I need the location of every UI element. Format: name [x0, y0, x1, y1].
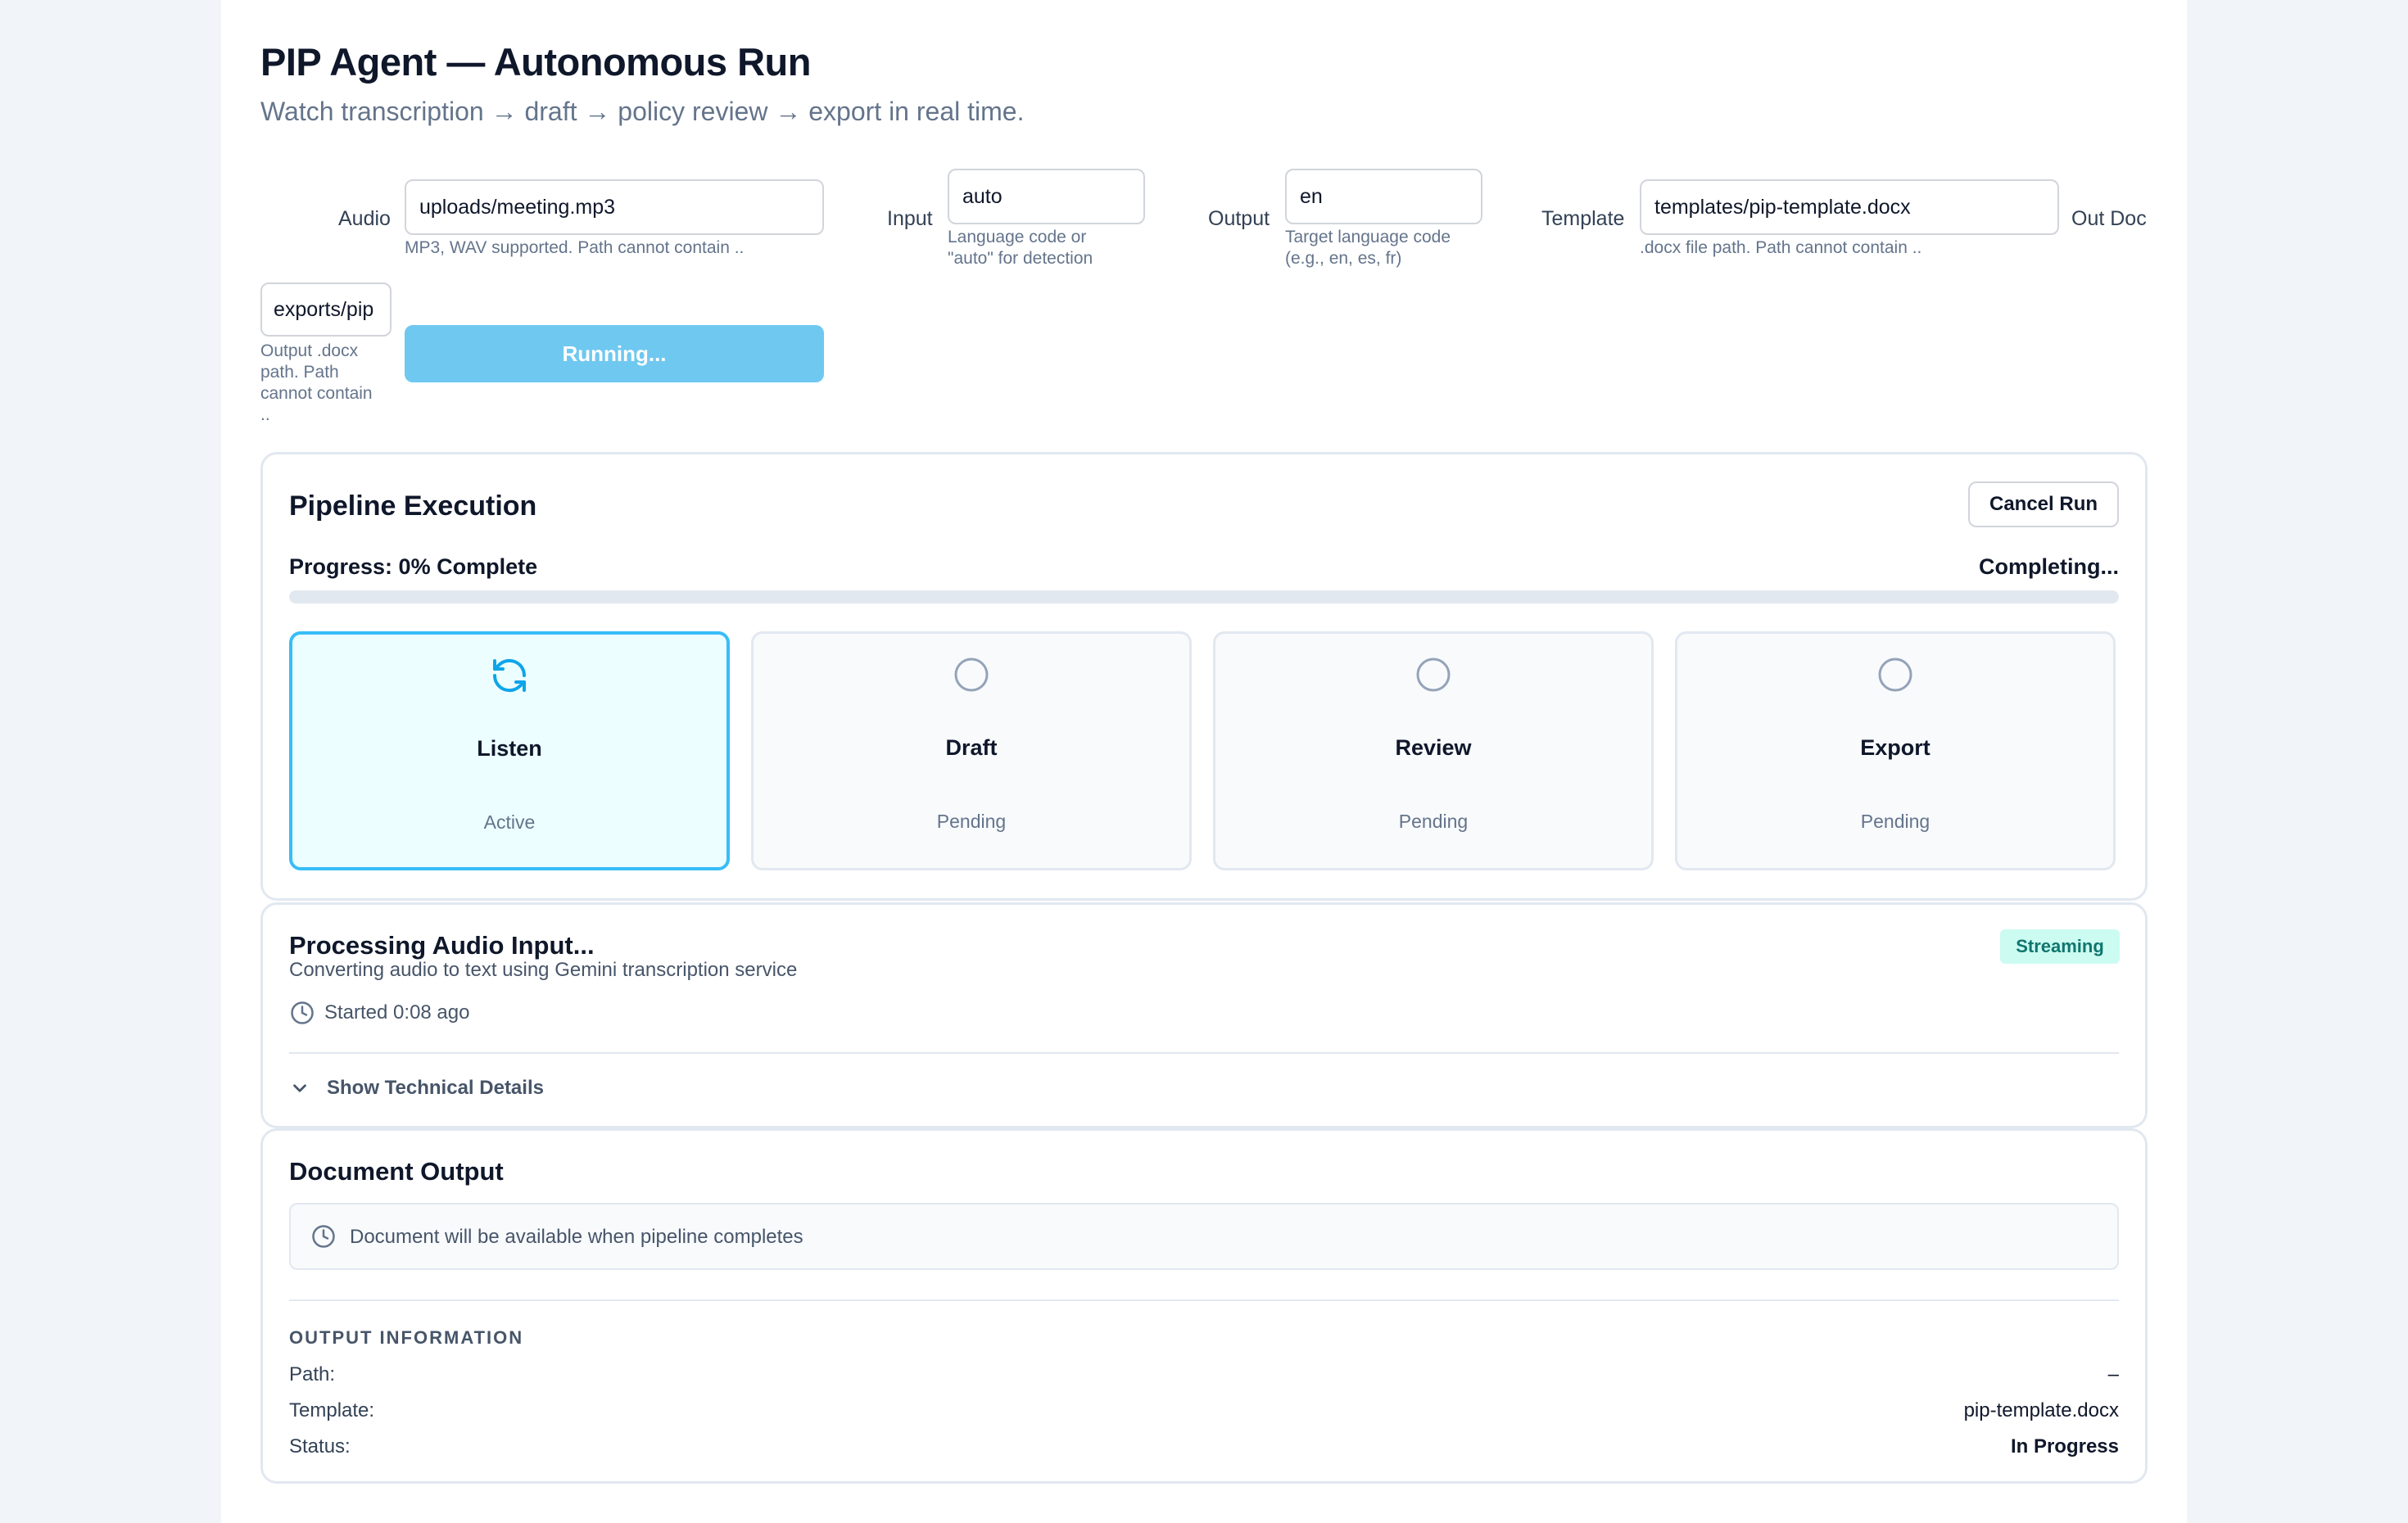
- output-language-input[interactable]: [1285, 169, 1482, 224]
- step-review: Review Pending: [1213, 631, 1654, 870]
- processing-description: Converting audio to text using Gemini tr…: [289, 959, 798, 981]
- out-doc-label: Out Doc: [2071, 207, 2147, 230]
- pipeline-title: Pipeline Execution: [289, 490, 537, 522]
- processing-card: Processing Audio Input... Converting aud…: [260, 902, 2148, 1128]
- template-info-label: Template:: [289, 1399, 375, 1421]
- progress-label: Progress: 0% Complete: [289, 554, 538, 579]
- step-status: Pending: [1860, 811, 1930, 832]
- output-lang-help-line: (e.g., en, es, fr): [1285, 249, 1402, 268]
- circle-icon: [1878, 658, 1912, 692]
- input-lang-help: Language code or "auto" for detection: [948, 227, 1093, 269]
- document-notice: Document will be available when pipeline…: [289, 1203, 2119, 1270]
- out-doc-help-line: cannot contain: [260, 384, 373, 403]
- clock-icon: [312, 1225, 335, 1248]
- template-label: Template: [1541, 207, 1625, 230]
- chevron-down-icon: [293, 1084, 306, 1092]
- document-notice-text: Document will be available when pipeline…: [350, 1226, 803, 1248]
- status-label: Status:: [289, 1435, 351, 1457]
- audio-path-input[interactable]: [405, 179, 824, 235]
- step-listen: Listen Active: [289, 631, 730, 870]
- path-value: –: [2107, 1363, 2119, 1385]
- page-subtitle: Watch transcription → draft → policy rev…: [260, 97, 1025, 126]
- input-language-input[interactable]: [948, 169, 1145, 224]
- output-lang-help: Target language code (e.g., en, es, fr): [1285, 227, 1451, 269]
- template-path-input[interactable]: [1640, 179, 2059, 235]
- out-doc-help-line: path. Path: [260, 363, 339, 382]
- progress-bar: [289, 590, 2119, 603]
- step-export: Export Pending: [1675, 631, 2116, 870]
- out-doc-help-line: Output .docx: [260, 341, 359, 360]
- clock-icon: [291, 1001, 314, 1024]
- step-name: Review: [1395, 735, 1472, 760]
- input-lang-help-line: Language code or: [948, 228, 1087, 246]
- technical-details-toggle[interactable]: Show Technical Details: [289, 1073, 544, 1103]
- step-status: Pending: [1398, 811, 1469, 832]
- cancel-run-button[interactable]: Cancel Run: [1968, 481, 2119, 527]
- path-label: Path:: [289, 1363, 336, 1385]
- audio-label: Audio: [338, 207, 391, 230]
- progress-status: Completing...: [1979, 554, 2119, 579]
- page-title: PIP Agent — Autonomous Run: [260, 40, 811, 84]
- technical-details-label: Show Technical Details: [327, 1077, 544, 1099]
- step-name: Export: [1860, 735, 1930, 760]
- out-doc-input[interactable]: [260, 282, 392, 337]
- run-button[interactable]: Running...: [405, 325, 824, 382]
- step-name: Listen: [477, 736, 542, 761]
- input-lang-help-line: "auto" for detection: [948, 249, 1093, 268]
- pipeline-card: Pipeline Execution Cancel Run Progress: …: [260, 452, 2148, 901]
- refresh-icon: [492, 658, 527, 693]
- step-name: Draft: [945, 735, 998, 760]
- out-doc-help-line: ..: [260, 405, 270, 424]
- out-doc-help: Output .docx path. Path cannot contain .…: [260, 341, 400, 426]
- template-info-value: pip-template.docx: [1963, 1399, 2119, 1421]
- main-panel: PIP Agent — Autonomous Run Watch transcr…: [221, 0, 2187, 1523]
- status-value: In Progress: [2010, 1435, 2119, 1457]
- audio-help: MP3, WAV supported. Path cannot contain …: [405, 238, 745, 257]
- template-help: .docx file path. Path cannot contain ..: [1640, 238, 1922, 257]
- output-info-heading: OUTPUT INFORMATION: [289, 1327, 524, 1348]
- document-output-card: Document Output Document will be availab…: [260, 1128, 2148, 1484]
- processing-title: Processing Audio Input...: [289, 931, 595, 960]
- circle-icon: [1416, 658, 1451, 692]
- started-time: Started 0:08 ago: [324, 1001, 470, 1024]
- step-draft: Draft Pending: [751, 631, 1192, 870]
- step-status: Active: [483, 811, 536, 833]
- input-lang-label: Input: [887, 207, 933, 230]
- status-badge: Streaming: [2000, 929, 2120, 964]
- document-output-title: Document Output: [289, 1157, 504, 1186]
- step-status: Pending: [936, 811, 1007, 832]
- circle-icon: [954, 658, 989, 692]
- output-lang-help-line: Target language code: [1285, 228, 1451, 246]
- output-lang-label: Output: [1208, 207, 1270, 230]
- divider: [289, 1299, 2119, 1301]
- divider: [289, 1052, 2119, 1054]
